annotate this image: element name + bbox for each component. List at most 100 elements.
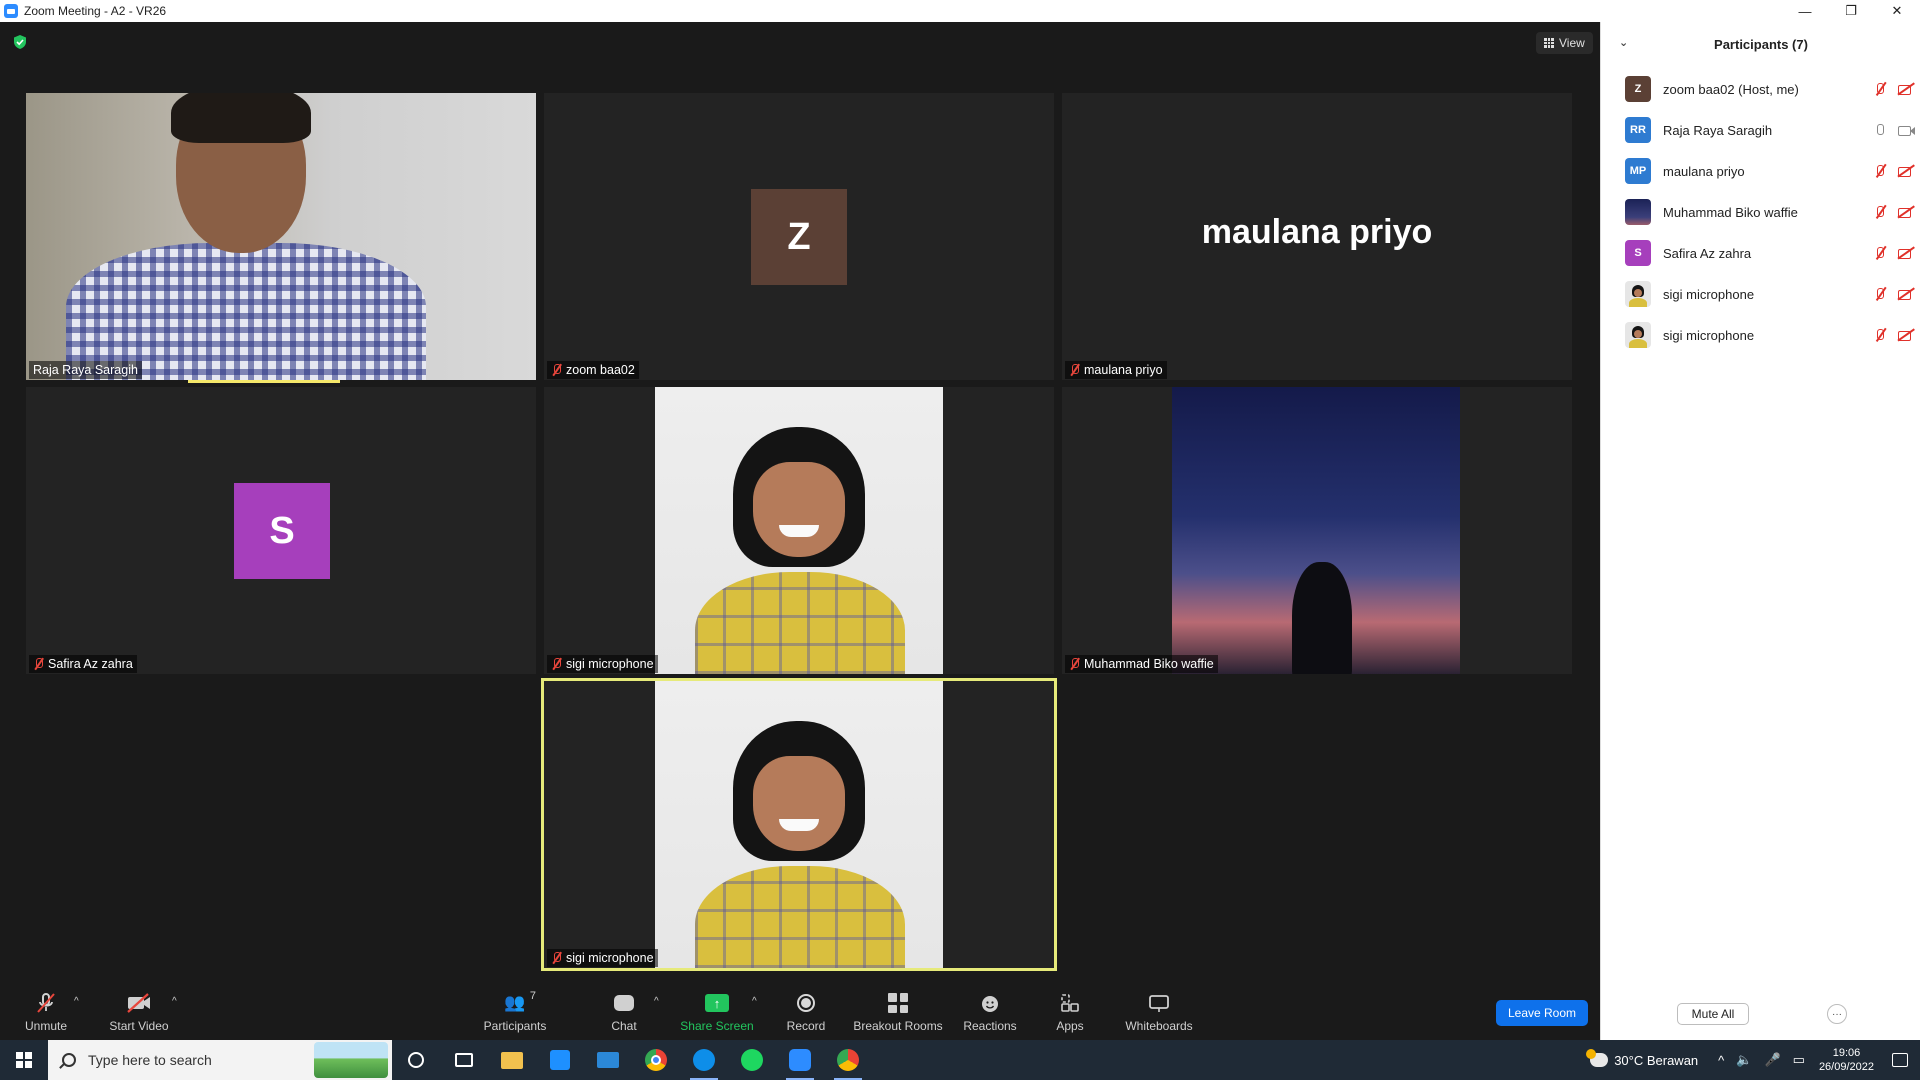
unmute-button[interactable]: Unmute xyxy=(20,988,72,1040)
reactions-icon xyxy=(977,992,1003,1014)
tile-name-label: sigi microphone xyxy=(547,949,658,967)
start-video-button[interactable]: Start Video xyxy=(106,988,172,1040)
microphone-icon[interactable]: 🎤 xyxy=(1764,1052,1780,1068)
share-screen-button[interactable]: ↑ Share Screen xyxy=(680,988,754,1040)
participant-row[interactable]: RR Raja Raya Saragih xyxy=(1625,114,1915,146)
share-screen-icon: ↑ xyxy=(704,992,730,1014)
security-shield-icon[interactable] xyxy=(12,34,28,50)
video-icon[interactable] xyxy=(1897,123,1915,137)
participant-row[interactable]: sigi microphone xyxy=(1625,278,1915,310)
audio-options-caret[interactable]: ^ xyxy=(74,996,79,1007)
mic-muted-icon[interactable] xyxy=(1873,82,1887,96)
collapse-chevron-icon[interactable]: ⌄ xyxy=(1619,36,1628,49)
spotify-button[interactable] xyxy=(728,1040,776,1080)
chrome-profile-button[interactable] xyxy=(824,1040,872,1080)
participant-row[interactable]: S Safira Az zahra xyxy=(1625,237,1915,269)
mail-icon xyxy=(597,1052,619,1068)
weather-widget[interactable]: 30°C Berawan xyxy=(1586,1049,1699,1068)
start-button[interactable] xyxy=(0,1040,48,1080)
view-button[interactable]: View xyxy=(1536,32,1593,54)
avatar: RR xyxy=(1625,117,1651,143)
share-options-caret[interactable]: ^ xyxy=(752,996,757,1007)
video-off-icon xyxy=(126,992,152,1014)
breakout-rooms-button[interactable]: Breakout Rooms xyxy=(852,988,944,1040)
notification-icon[interactable] xyxy=(1892,1053,1908,1067)
chat-icon xyxy=(611,992,637,1014)
folder-icon xyxy=(501,1051,523,1069)
participant-name: zoom baa02 (Host, me) xyxy=(1663,81,1799,97)
volume-icon[interactable]: 🔈 xyxy=(1736,1052,1752,1068)
participant-name: Raja Raya Saragih xyxy=(1663,122,1773,138)
tile-name-label: sigi microphone xyxy=(547,655,658,673)
chat-button[interactable]: Chat xyxy=(604,988,644,1040)
mic-muted-icon[interactable] xyxy=(1873,205,1887,219)
windows-taskbar: Type here to search 30°C Berawan ^ 🔈 🎤 ▭… xyxy=(0,1040,1920,1080)
chrome-button[interactable] xyxy=(632,1040,680,1080)
close-button[interactable]: ✕ xyxy=(1874,0,1920,22)
video-off-icon[interactable] xyxy=(1897,287,1915,301)
tile-name-label: maulana priyo xyxy=(1065,361,1167,379)
mic-muted-icon[interactable] xyxy=(1873,246,1887,260)
minimize-button[interactable]: — xyxy=(1782,0,1828,22)
video-tile-sigi-2[interactable]: sigi microphone xyxy=(544,681,1054,968)
tile-name: Safira Az zahra xyxy=(48,657,133,671)
apps-button[interactable]: Apps xyxy=(1054,988,1086,1040)
video-tile-sigi-1[interactable]: sigi microphone xyxy=(544,387,1054,674)
weather-text: 30°C Berawan xyxy=(1614,1052,1699,1068)
mic-icon[interactable] xyxy=(1873,123,1887,137)
taskbar-search[interactable]: Type here to search xyxy=(48,1040,392,1080)
participant-row[interactable]: MP maulana priyo xyxy=(1625,155,1915,187)
avatar: S xyxy=(1625,240,1651,266)
window-controls: — ❐ ✕ xyxy=(1782,0,1920,22)
avatar: Z xyxy=(751,189,847,285)
video-tile-biko[interactable]: Muhammad Biko waffie xyxy=(1062,387,1572,674)
more-options-button[interactable]: ··· xyxy=(1827,1004,1847,1024)
reactions-button[interactable]: Reactions xyxy=(962,988,1018,1040)
cortana-button[interactable] xyxy=(392,1040,440,1080)
participant-row[interactable]: Z zoom baa02 (Host, me) xyxy=(1625,73,1915,105)
video-tile-raja[interactable]: Raja Raya Saragih xyxy=(26,93,536,380)
video-tile-zoom-baa02[interactable]: Z zoom baa02 xyxy=(544,93,1054,380)
mic-muted-icon xyxy=(1069,658,1080,670)
mic-muted-icon[interactable] xyxy=(1873,287,1887,301)
window-title: Zoom Meeting - A2 - VR26 xyxy=(24,4,167,18)
avatar: S xyxy=(234,483,330,579)
windows-logo-icon xyxy=(16,1052,32,1068)
chevron-up-icon[interactable]: ^ xyxy=(1718,1053,1724,1068)
leave-room-button[interactable]: Leave Room xyxy=(1496,1000,1588,1026)
participant-row[interactable]: Muhammad Biko waffie xyxy=(1625,196,1915,228)
teamviewer-button[interactable] xyxy=(680,1040,728,1080)
file-explorer-button[interactable] xyxy=(488,1040,536,1080)
video-off-icon[interactable] xyxy=(1897,205,1915,219)
video-off-icon[interactable] xyxy=(1897,328,1915,342)
system-tray: 30°C Berawan ^ 🔈 🎤 ▭ 19:06 26/09/2022 xyxy=(1586,1040,1920,1080)
mic-muted-icon[interactable] xyxy=(1873,328,1887,342)
zoom-taskbar-button[interactable] xyxy=(776,1040,824,1080)
video-off-icon[interactable] xyxy=(1897,246,1915,260)
record-button[interactable]: Record xyxy=(786,988,826,1040)
video-options-caret[interactable]: ^ xyxy=(172,996,177,1007)
participant-row[interactable]: sigi microphone xyxy=(1625,319,1915,351)
store-button[interactable] xyxy=(536,1040,584,1080)
mail-button[interactable] xyxy=(584,1040,632,1080)
whiteboards-button[interactable]: Whiteboards xyxy=(1124,988,1194,1040)
avatar xyxy=(1625,281,1651,307)
chat-options-caret[interactable]: ^ xyxy=(654,996,659,1007)
network-icon[interactable]: ▭ xyxy=(1793,1052,1805,1068)
search-highlight-image xyxy=(314,1042,388,1078)
clock-time: 19:06 xyxy=(1832,1047,1861,1059)
mic-muted-icon xyxy=(33,658,44,670)
restore-button[interactable]: ❐ xyxy=(1828,0,1874,22)
participant-photo xyxy=(1172,387,1460,674)
participants-button[interactable]: 👥 7 Participants xyxy=(480,988,550,1040)
video-tile-safira[interactable]: S Safira Az zahra xyxy=(26,387,536,674)
avatar xyxy=(1625,322,1651,348)
mute-all-button[interactable]: Mute All xyxy=(1677,1003,1749,1025)
video-off-icon[interactable] xyxy=(1897,164,1915,178)
clock[interactable]: 19:06 26/09/2022 xyxy=(1819,1046,1874,1074)
mic-muted-icon[interactable] xyxy=(1873,164,1887,178)
task-view-button[interactable] xyxy=(440,1040,488,1080)
zoom-icon xyxy=(789,1049,811,1071)
video-off-icon[interactable] xyxy=(1897,82,1915,96)
video-tile-maulana[interactable]: maulana priyo maulana priyo xyxy=(1062,93,1572,380)
